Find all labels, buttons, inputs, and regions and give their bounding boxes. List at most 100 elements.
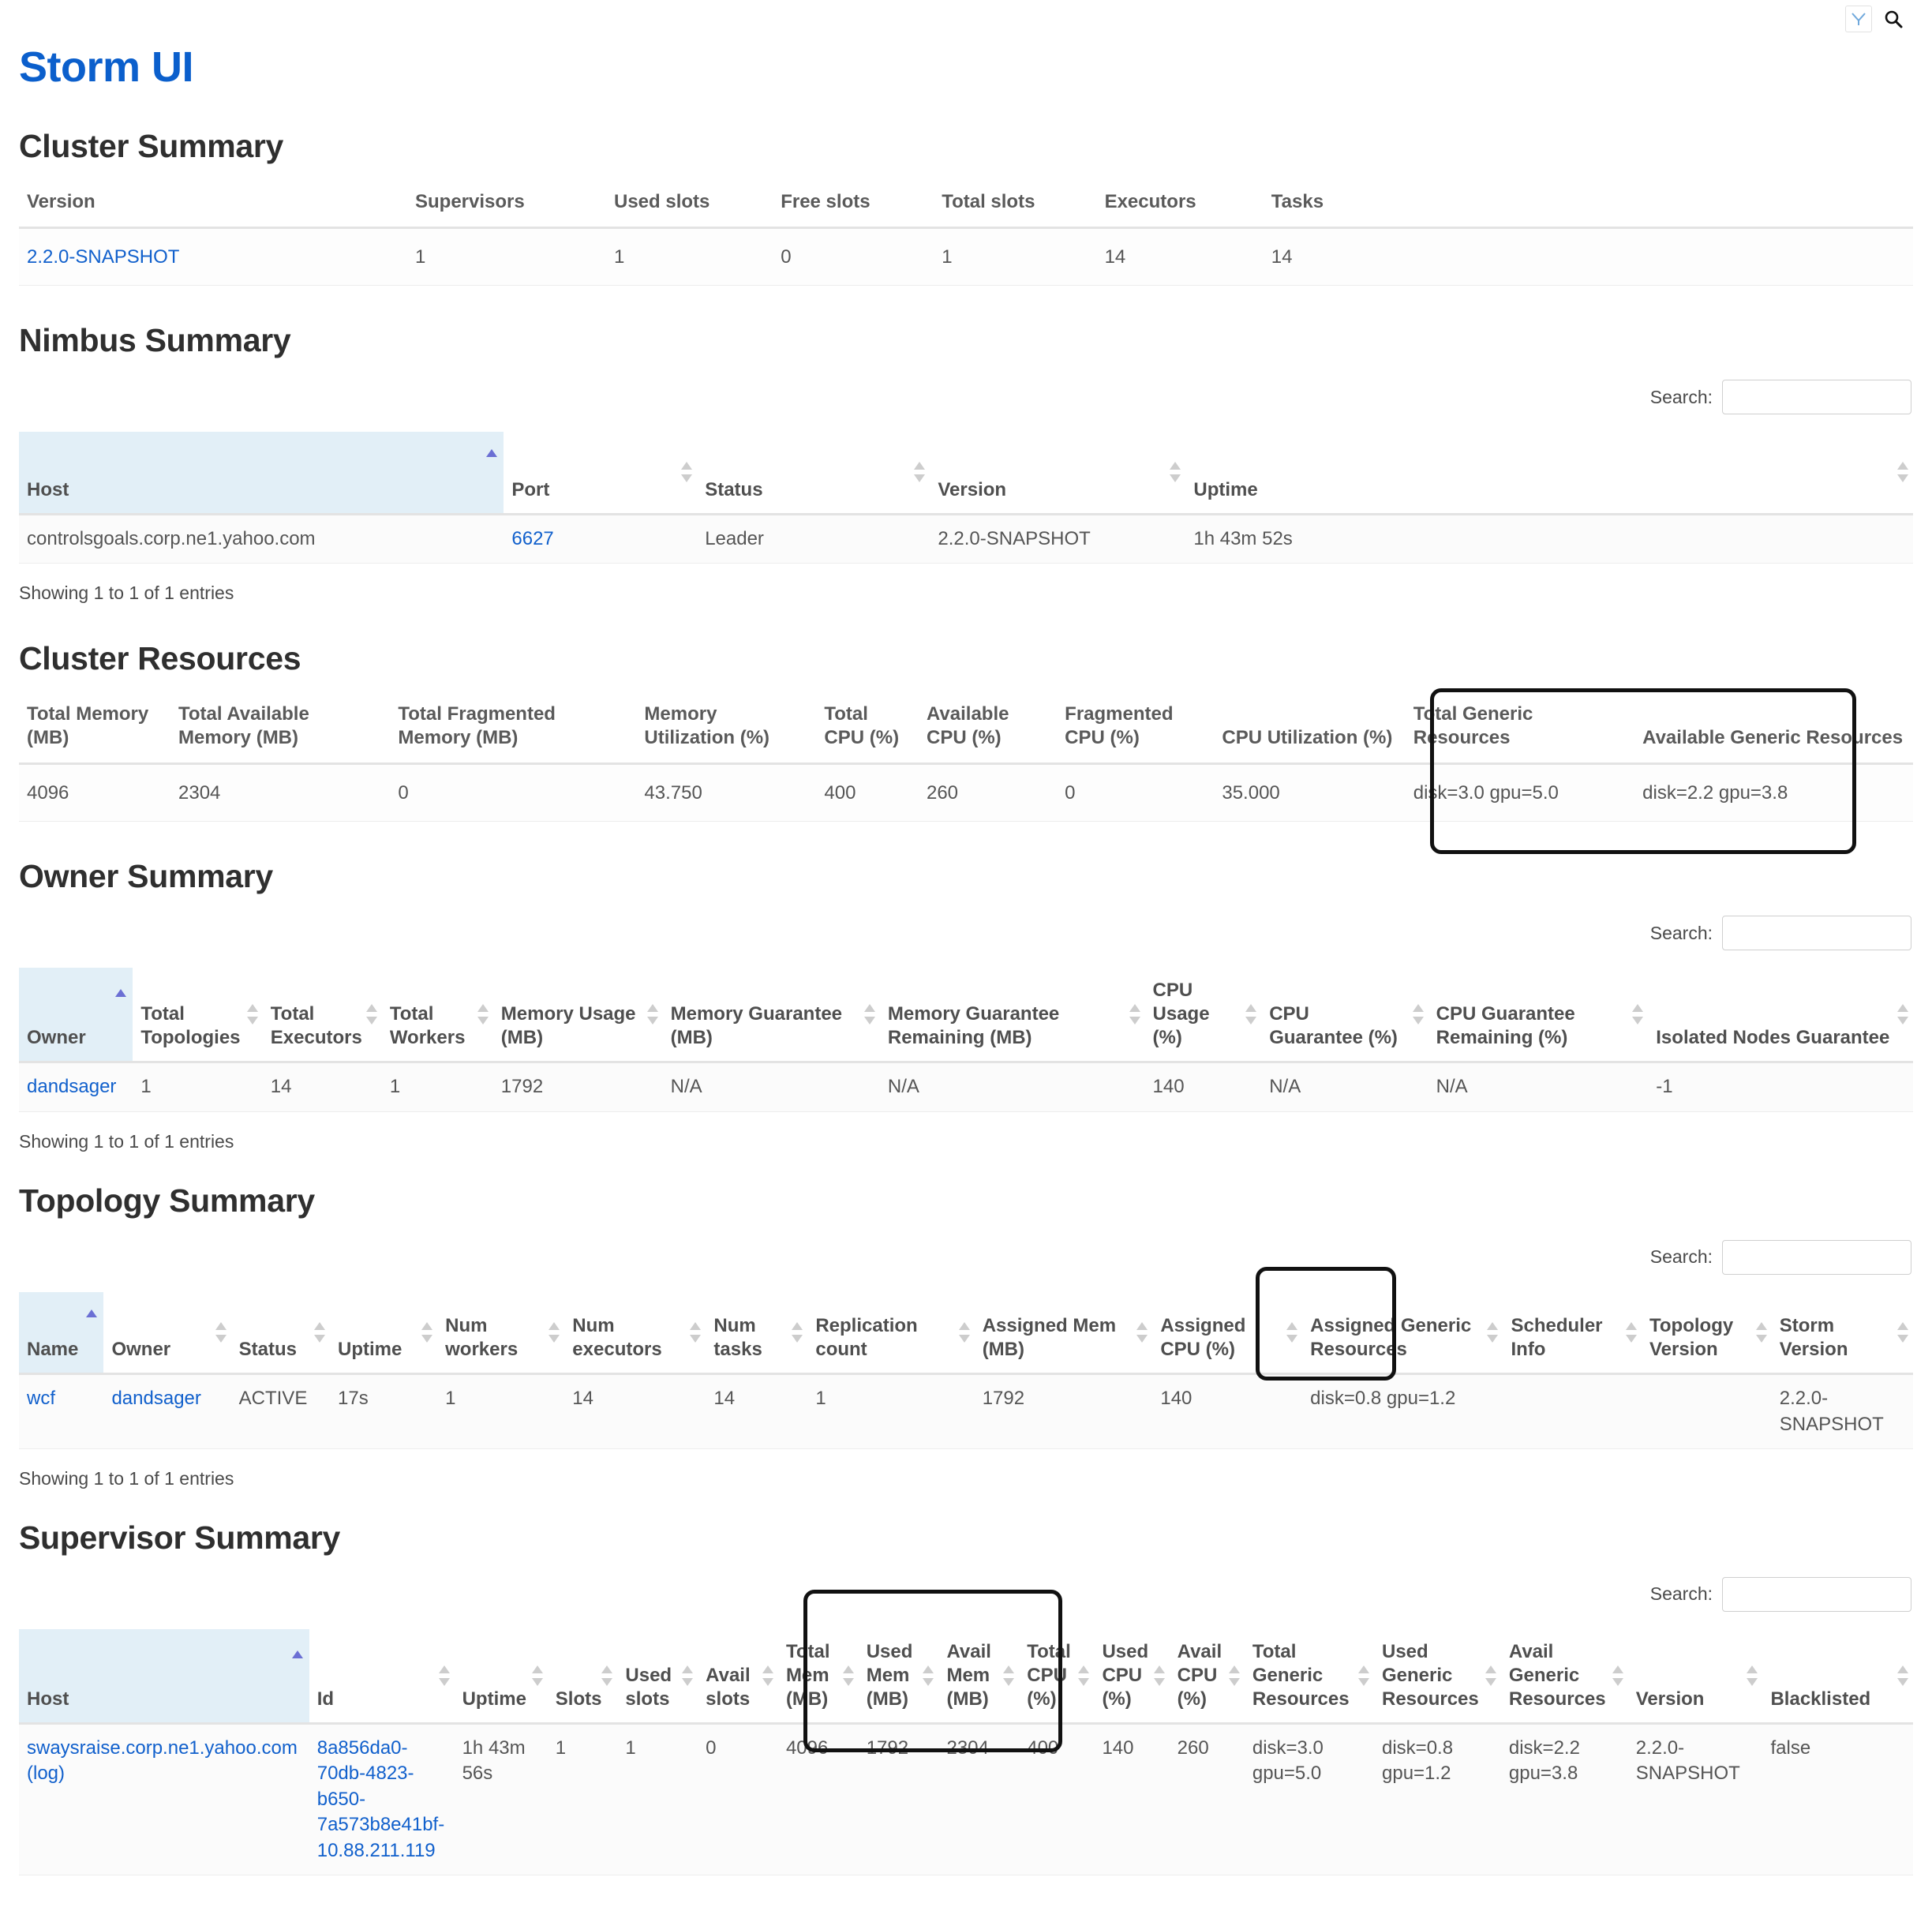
column-header-slots[interactable]: Slots xyxy=(547,1628,618,1725)
column-header-total-workers[interactable]: Total Workers xyxy=(381,968,493,1064)
owner-entries-info: Showing 1 to 1 of 1 entries xyxy=(19,1130,234,1152)
column-header-id[interactable]: Id xyxy=(309,1628,455,1725)
column-header-version[interactable]: Version xyxy=(930,432,1186,515)
column-header-total-executors[interactable]: Total Executors xyxy=(262,968,382,1064)
column-header-avail-cpu[interactable]: Avail CPU (%) xyxy=(1169,1628,1245,1725)
column-header-name[interactable]: Name xyxy=(19,1291,104,1376)
nimbus-search-input[interactable] xyxy=(1722,380,1911,415)
table-cell: ACTIVE xyxy=(230,1373,331,1449)
column-header-avail-mem-mb[interactable]: Avail Mem (MB) xyxy=(938,1628,1020,1725)
table-cell: N/A xyxy=(1428,1062,1649,1112)
column-header-owner[interactable]: Owner xyxy=(103,1291,231,1376)
column-header-label: Host xyxy=(27,1688,69,1710)
column-header-num-executors[interactable]: Num executors xyxy=(564,1291,706,1376)
sort-toggle-icon xyxy=(1487,1321,1499,1343)
cell-link[interactable]: wcf xyxy=(27,1388,55,1409)
column-header-label: Name xyxy=(27,1339,79,1361)
column-header-cpu-guarantee-remaining[interactable]: CPU Guarantee Remaining (%) xyxy=(1428,968,1649,1064)
cell-link[interactable]: dandsager xyxy=(27,1076,116,1097)
topology-search-input[interactable] xyxy=(1722,1239,1911,1275)
sort-toggle-icon xyxy=(246,1004,258,1025)
table-header-row: Name Owner Status Uptime Num workers Num exec… xyxy=(19,1291,1913,1376)
column-header-used-slots[interactable]: Used slots xyxy=(617,1628,698,1725)
column-header-total-generic-resources[interactable]: Total Generic Resources xyxy=(1244,1628,1374,1725)
owner-search-input[interactable] xyxy=(1722,916,1911,951)
column-header-free-slots: Free slots xyxy=(773,185,934,229)
column-header-assigned-generic-resources[interactable]: Assigned Generic Resources xyxy=(1302,1291,1503,1376)
table-cell: 140 xyxy=(1094,1723,1170,1875)
column-header-replication-count[interactable]: Replication count xyxy=(807,1291,975,1376)
sort-toggle-icon xyxy=(1136,1321,1148,1343)
column-header-owner[interactable]: Owner xyxy=(19,968,133,1064)
supervisor-host-cell: swaysraise.corp.ne1.yahoo.com (log) xyxy=(19,1723,309,1875)
column-header-host[interactable]: Host xyxy=(19,432,504,515)
column-header-assigned-mem-mb[interactable]: Assigned Mem (MB) xyxy=(974,1291,1153,1376)
column-header-version[interactable]: Version xyxy=(1627,1628,1763,1725)
column-header-status[interactable]: Status xyxy=(697,432,930,515)
column-header-status[interactable]: Status xyxy=(230,1291,331,1376)
column-header-memory-guarantee-remaining-mb[interactable]: Memory Guarantee Remaining (MB) xyxy=(879,968,1145,1064)
column-header-cpu-usage[interactable]: CPU Usage (%) xyxy=(1144,968,1262,1064)
table-cell: disk=3.0 gpu=5.0 xyxy=(1244,1723,1374,1875)
column-header-uptime[interactable]: Uptime xyxy=(330,1291,438,1376)
column-header-label: Used slots xyxy=(625,1664,672,1710)
column-header-cpu-guarantee[interactable]: CPU Guarantee (%) xyxy=(1261,968,1428,1064)
column-header-num-workers[interactable]: Num workers xyxy=(437,1291,565,1376)
column-header-label: Total Mem (MB) xyxy=(785,1640,830,1710)
column-header-topology-version[interactable]: Topology Version xyxy=(1642,1291,1772,1376)
supervisor-log-link[interactable]: (log) xyxy=(27,1763,65,1784)
column-header-uptime[interactable]: Uptime xyxy=(454,1628,548,1725)
table-cell: 1 xyxy=(617,1723,698,1875)
column-header-used-mem-mb[interactable]: Used Mem (MB) xyxy=(858,1628,939,1725)
sort-toggle-icon xyxy=(681,462,693,483)
sort-toggle-icon xyxy=(601,1665,613,1686)
column-header-total-cpu[interactable]: Total CPU (%) xyxy=(1019,1628,1095,1725)
supervisor-id-link[interactable]: 8a856da0-70db-4823-b650-7a573b8e41bf-10.… xyxy=(317,1737,444,1861)
column-header-num-tasks[interactable]: Num tasks xyxy=(706,1291,808,1376)
column-header-storm-version[interactable]: Storm Version xyxy=(1771,1291,1913,1376)
column-header-port[interactable]: Port xyxy=(504,432,698,515)
yahoo-logo-icon[interactable] xyxy=(1845,6,1872,32)
table-cell: 35.000 xyxy=(1214,763,1406,822)
cluster-resources-table: Total Memory (MB) Total Available Memory … xyxy=(19,698,1913,822)
table-cell: 0 xyxy=(698,1723,778,1875)
column-header-used-generic-resources[interactable]: Used Generic Resources xyxy=(1374,1628,1501,1725)
column-header-memory-usage-mb[interactable]: Memory Usage (MB) xyxy=(492,968,663,1064)
column-header-label: Uptime xyxy=(338,1339,402,1361)
table-cell: 14 xyxy=(262,1062,382,1112)
table-cell: N/A xyxy=(1261,1062,1428,1112)
supervisor-host-link[interactable]: swaysraise.corp.ne1.yahoo.com xyxy=(27,1737,298,1759)
nimbus-summary-table: Host Port Status Version Uptime controlsgoal… xyxy=(19,432,1913,564)
column-header-total-mem-mb[interactable]: Total Mem (MB) xyxy=(777,1628,859,1725)
column-header-assigned-cpu[interactable]: Assigned CPU (%) xyxy=(1152,1291,1303,1376)
column-header-used-slots: Used slots xyxy=(606,185,773,229)
column-header-isolated-nodes-guarantee[interactable]: Isolated Nodes Guarantee xyxy=(1648,968,1913,1064)
column-header-memory-guarantee-mb[interactable]: Memory Guarantee (MB) xyxy=(662,968,880,1064)
cell-link[interactable]: dandsager xyxy=(111,1388,200,1409)
owner-summary-heading: Owner Summary xyxy=(19,858,273,895)
table-cell: dandsager xyxy=(19,1062,133,1112)
cell-link[interactable]: 6627 xyxy=(511,528,553,549)
column-header-total-topologies[interactable]: Total Topologies xyxy=(133,968,263,1064)
column-header-used-cpu[interactable]: Used CPU (%) xyxy=(1094,1628,1170,1725)
column-header-avail-generic-resources[interactable]: Avail Generic Resources xyxy=(1500,1628,1628,1725)
sort-ascending-icon xyxy=(486,449,498,470)
column-header-label: Total Executors xyxy=(270,1003,362,1049)
column-header-fragmented-cpu: Fragmented CPU (%) xyxy=(1057,698,1215,766)
column-header-total-slots: Total slots xyxy=(934,185,1097,229)
sort-toggle-icon xyxy=(863,1004,875,1025)
column-header-host[interactable]: Host xyxy=(19,1628,309,1725)
search-icon[interactable] xyxy=(1883,9,1904,29)
table-cell: 260 xyxy=(1169,1723,1245,1875)
supervisor-search-input[interactable] xyxy=(1722,1576,1911,1612)
sort-toggle-icon xyxy=(1078,1665,1090,1686)
cell-link[interactable]: 2.2.0-SNAPSHOT xyxy=(27,246,179,268)
column-header-blacklisted[interactable]: Blacklisted xyxy=(1762,1628,1913,1725)
table-cell: 1 xyxy=(407,227,606,287)
sort-toggle-icon xyxy=(1632,1004,1644,1025)
nimbus-entries-info: Showing 1 to 1 of 1 entries xyxy=(19,583,234,604)
column-header-scheduler-info[interactable]: Scheduler Info xyxy=(1503,1291,1642,1376)
column-header-label: Num executors xyxy=(572,1315,662,1361)
column-header-uptime[interactable]: Uptime xyxy=(1185,432,1913,515)
column-header-avail-slots[interactable]: Avail slots xyxy=(698,1628,778,1725)
